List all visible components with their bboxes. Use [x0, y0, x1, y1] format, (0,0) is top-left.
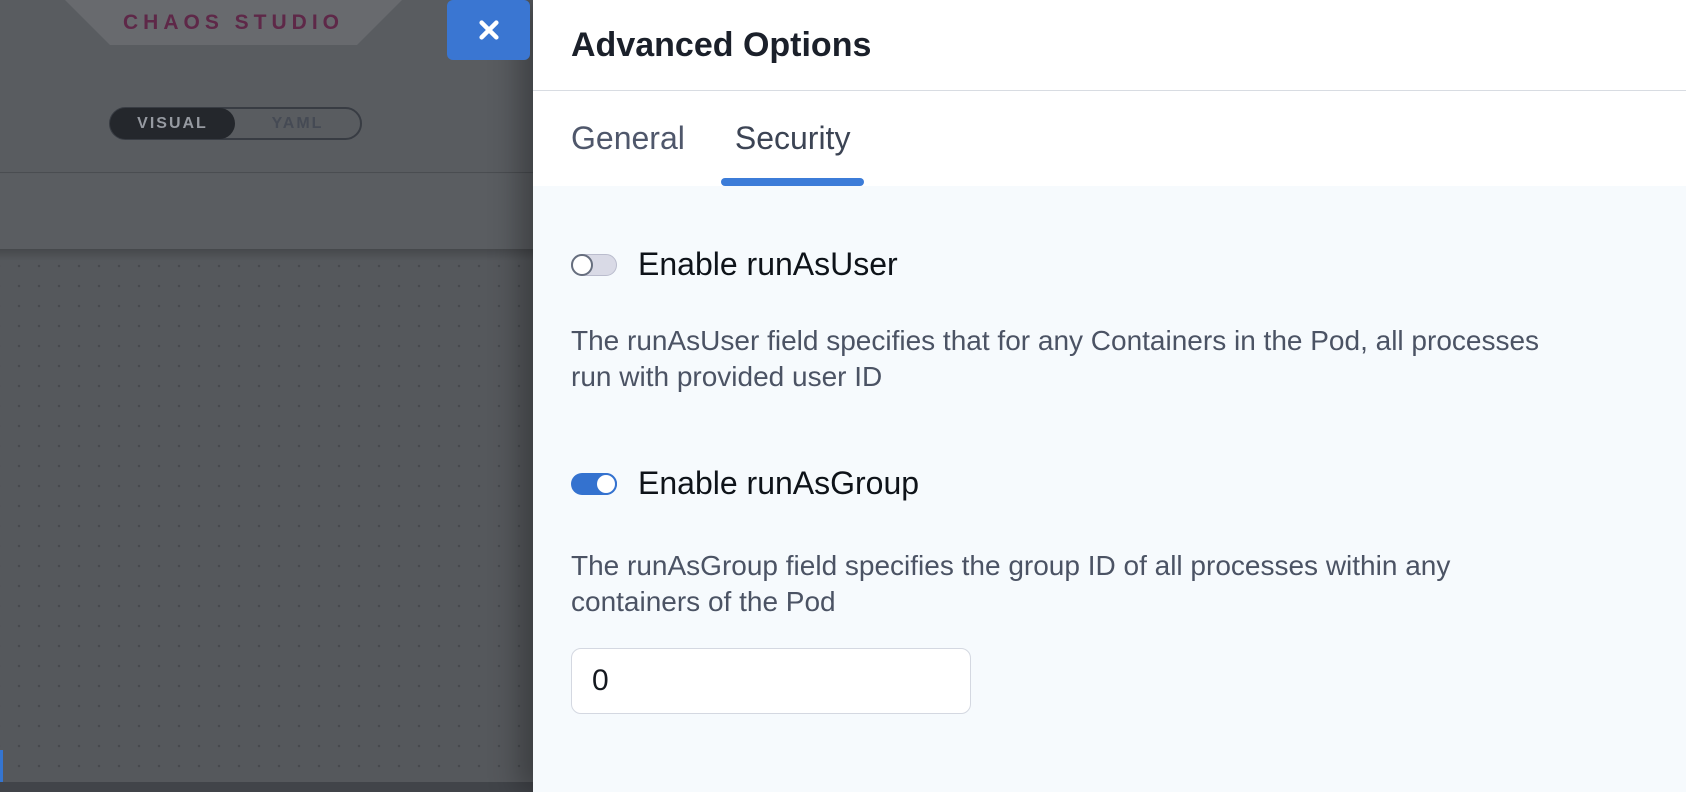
tab-security[interactable]: Security — [735, 91, 851, 186]
description-line: containers of the Pod — [571, 584, 1648, 620]
run-as-user-section: Enable runAsUser The runAsUser field spe… — [571, 246, 1648, 395]
run-as-group-toggle-row: Enable runAsGroup — [571, 465, 1648, 502]
drawer-close-button[interactable] — [447, 0, 530, 60]
left-edge-accent — [0, 750, 3, 782]
workflow-dot-canvas[interactable] — [0, 249, 533, 792]
run-as-group-toggle[interactable] — [571, 473, 617, 495]
run-as-user-toggle[interactable] — [571, 254, 617, 276]
description-line: run with provided user ID — [571, 359, 1648, 395]
description-line: The runAsGroup field specifies the group… — [571, 548, 1648, 584]
tab-security-label: Security — [735, 120, 851, 157]
run-as-group-section: Enable runAsGroup The runAsGroup field s… — [571, 465, 1648, 714]
toggle-knob — [595, 473, 617, 495]
drawer-title: Advanced Options — [571, 26, 871, 65]
brand-banner: CHAOS STUDIO — [65, 0, 402, 45]
brand-title: CHAOS STUDIO — [123, 11, 344, 35]
canvas-bottom-strip — [0, 782, 533, 792]
run-as-group-id-input[interactable] — [571, 648, 971, 714]
canvas-toolbar-strip — [0, 174, 533, 249]
run-as-group-description: The runAsGroup field specifies the group… — [571, 548, 1648, 620]
drawer-header: Advanced Options — [533, 0, 1686, 91]
advanced-options-drawer: Advanced Options General Security Enable… — [533, 0, 1686, 792]
run-as-user-toggle-row: Enable runAsUser — [571, 246, 1648, 283]
tab-general-label: General — [571, 120, 685, 157]
view-mode-toggle: VISUAL YAML — [109, 107, 362, 140]
description-line: The runAsUser field specifies that for a… — [571, 323, 1648, 359]
x-close-icon — [473, 14, 505, 46]
run-as-user-description: The runAsUser field specifies that for a… — [571, 323, 1648, 395]
run-as-group-toggle-label: Enable runAsGroup — [638, 465, 919, 502]
security-tab-content: Enable runAsUser The runAsUser field spe… — [533, 186, 1686, 714]
run-as-user-toggle-label: Enable runAsUser — [638, 246, 898, 283]
yaml-view-button[interactable]: YAML — [235, 109, 360, 138]
toggle-knob — [571, 254, 593, 276]
drawer-tab-bar: General Security — [533, 91, 1686, 186]
visual-view-button[interactable]: VISUAL — [110, 108, 235, 139]
canvas-backdrop: CHAOS STUDIO VISUAL YAML — [0, 0, 533, 792]
tab-general[interactable]: General — [571, 91, 685, 186]
